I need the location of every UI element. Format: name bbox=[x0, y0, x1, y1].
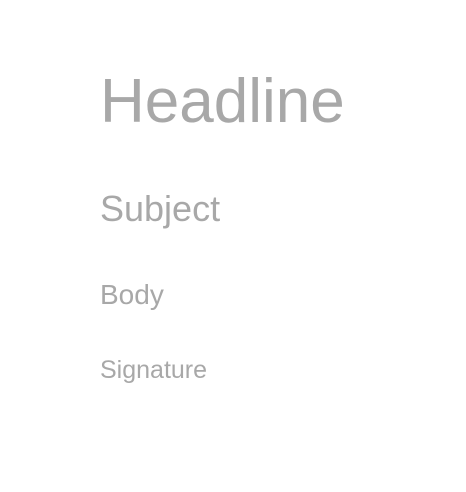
text-style-preview: Headline Subject Body Signature bbox=[0, 0, 466, 492]
signature-style[interactable]: Signature bbox=[100, 358, 207, 383]
subject-style[interactable]: Subject bbox=[100, 191, 220, 227]
body-style[interactable]: Body bbox=[100, 281, 164, 309]
headline-style[interactable]: Headline bbox=[100, 71, 345, 133]
